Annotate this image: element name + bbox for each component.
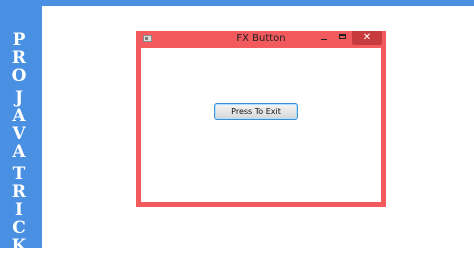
banner-letter: C (12, 218, 26, 238)
banner-letter: V (12, 124, 26, 144)
side-banner: P R O J A V A T R I C K (0, 0, 38, 256)
banner-letter: R (11, 48, 27, 68)
banner-letter: R (11, 182, 27, 202)
close-icon: ✕ (362, 32, 372, 43)
window-content: Press To Exit (141, 48, 381, 202)
window-titlebar[interactable]: FX Button ✕ (136, 31, 386, 46)
exit-button[interactable]: Press To Exit (214, 103, 298, 120)
banner-letter: O (11, 66, 27, 86)
maximize-icon (339, 34, 346, 39)
banner-letter: P (12, 30, 26, 50)
minimize-icon (321, 39, 327, 40)
banner-letter: A (12, 106, 26, 126)
banner-letter: K (11, 236, 27, 256)
fx-window: FX Button ✕ Press To Exit (136, 31, 386, 207)
maximize-button[interactable] (335, 31, 351, 45)
close-button[interactable]: ✕ (352, 31, 382, 45)
banner-letter: J (14, 88, 24, 108)
minimize-button[interactable] (316, 31, 332, 45)
banner-letter: I (15, 200, 23, 220)
banner-letter: A (12, 142, 26, 162)
banner-letter: T (12, 164, 26, 184)
